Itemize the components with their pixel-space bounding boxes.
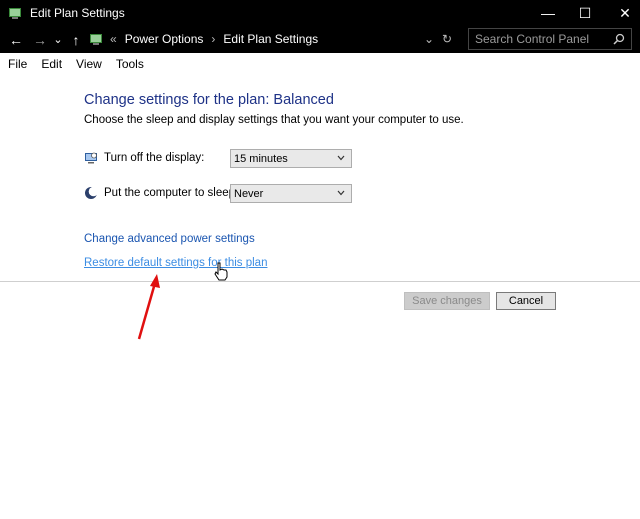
chevron-down-icon [337,155,345,161]
menu-file[interactable]: File [2,57,33,71]
restore-default-settings-link[interactable]: Restore default settings for this plan [84,257,267,269]
close-button[interactable]: ✕ [602,0,640,26]
refresh-icon[interactable]: ↻ [442,32,452,46]
window-title: Edit Plan Settings [30,6,125,20]
main-content: Change settings for the plan: Balanced C… [0,74,640,519]
address-dropdown-icon[interactable]: ⌄ [424,32,434,46]
search-icon[interactable] [613,33,625,45]
chevron-down-icon [337,190,345,196]
sleep-timeout-select[interactable]: Never [230,184,352,203]
breadcrumb-overflow[interactable]: « [110,32,117,46]
address-row: ← → ⌄ ↑ « Power Options › Edit Plan Sett… [0,26,640,53]
display-timeout-value: 15 minutes [234,152,288,165]
menu-view[interactable]: View [70,57,108,71]
page-description: Choose the sleep and display settings th… [84,114,464,126]
save-changes-button[interactable]: Save changes [404,292,490,310]
page-title: Change settings for the plan: Balanced [84,92,334,108]
display-timeout-select[interactable]: 15 minutes [230,149,352,168]
address-bar[interactable]: « Power Options › Edit Plan Settings ⌄ ↻ [86,28,462,50]
back-button[interactable]: ← [6,29,26,50]
sleep-timeout-label: Put the computer to sleep: [104,187,239,199]
display-timeout-label: Turn off the display: [104,152,205,164]
title-bar: Edit Plan Settings — ☐ ✕ [0,0,640,26]
breadcrumb-item-power-options[interactable]: Power Options [125,32,204,46]
menu-edit[interactable]: Edit [35,57,68,71]
power-options-icon [9,8,21,19]
sleep-timeout-value: Never [234,187,264,200]
menu-tools[interactable]: Tools [110,57,150,71]
hand-cursor-icon [214,262,228,281]
moon-icon [85,186,98,199]
divider [0,281,640,282]
search-input[interactable]: Search Control Panel [475,32,589,46]
monitor-icon [85,152,97,164]
up-button[interactable]: ↑ [66,29,86,50]
forward-button[interactable]: → [30,29,50,50]
cancel-button[interactable]: Cancel [496,292,556,310]
change-advanced-power-settings-link[interactable]: Change advanced power settings [84,233,255,245]
breadcrumb-chevron-icon[interactable]: › [211,32,215,46]
breadcrumb-item-edit-plan-settings[interactable]: Edit Plan Settings [223,32,318,46]
search-box[interactable]: Search Control Panel [468,28,632,50]
control-panel-icon [90,34,102,45]
recent-locations-button[interactable]: ⌄ [52,29,64,50]
menu-bar: File Edit View Tools [0,54,640,75]
